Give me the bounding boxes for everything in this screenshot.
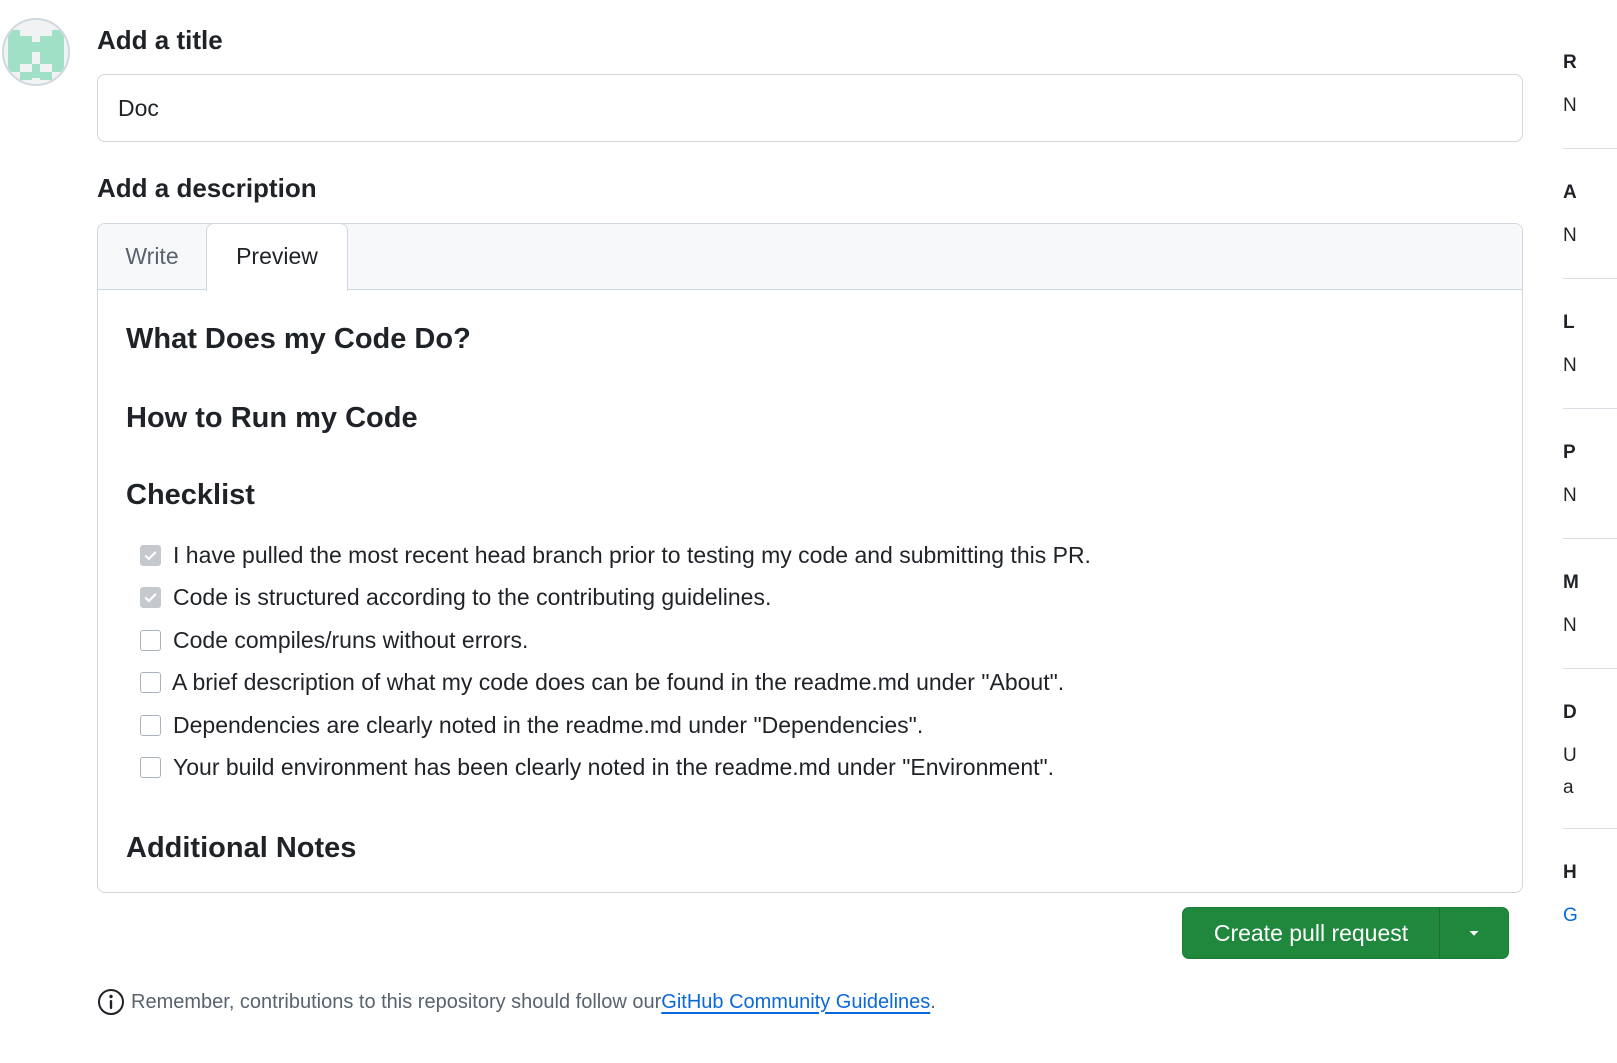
sidebar-development-heading[interactable]: D (1563, 701, 1577, 725)
create-pull-request-button-group: Create pull request (1182, 907, 1509, 959)
checklist-item-text: Dependencies are clearly noted in the re… (173, 711, 924, 738)
sidebar-assignees-heading[interactable]: A (1563, 181, 1577, 205)
checklist-item: Your build environment has been clearly … (140, 752, 1054, 782)
checklist-item-text: A brief description of what my code does… (172, 668, 1065, 695)
sidebar-projects-value: N (1563, 485, 1577, 506)
pull-request-form-page: Add a title Add a description Write Prev… (0, 0, 1617, 1063)
sidebar-divider (1563, 828, 1617, 829)
checklist-item-text: Your build environment has been clearly … (173, 753, 1055, 780)
sidebar-divider (1563, 148, 1617, 149)
checkbox-checked[interactable] (140, 586, 161, 608)
checklist-item: Dependencies are clearly noted in the re… (140, 710, 923, 740)
checkbox-unchecked[interactable] (140, 629, 161, 651)
info-icon (97, 988, 125, 1016)
checklist-item: I have pulled the most recent head branc… (140, 540, 1091, 570)
checkbox-unchecked[interactable] (140, 671, 161, 693)
preview-content: What Does my Code Do? How to Run my Code… (126, 290, 1494, 892)
sidebar-reviewers-value: N (1563, 95, 1577, 116)
right-sidebar: R N A N L N P N M N D U a H G (1563, 0, 1617, 1063)
checklist-item: Code compiles/runs without errors. (140, 625, 528, 655)
tab-preview[interactable]: Preview (206, 224, 348, 291)
sidebar-guidelines-link[interactable]: G (1563, 904, 1578, 928)
check-icon (144, 550, 157, 560)
checkbox-checked[interactable] (140, 544, 161, 566)
sidebar-divider (1563, 278, 1617, 279)
checkbox-unchecked[interactable] (140, 714, 161, 736)
description-editor: Write Preview What Does my Code Do? How … (97, 223, 1523, 893)
checklist-item-text: Code compiles/runs without errors. (173, 626, 529, 653)
description-label: Add a description (97, 173, 317, 203)
heading-how-to-run: How to Run my Code (126, 402, 418, 434)
sidebar-divider (1563, 408, 1617, 409)
tab-write[interactable]: Write (98, 224, 206, 290)
sidebar-helpful-resources-heading: H (1563, 862, 1577, 883)
title-input[interactable] (97, 74, 1523, 142)
checklist-item: A brief description of what my code does… (140, 667, 1064, 697)
sidebar-divider (1563, 668, 1617, 669)
community-guidelines-link[interactable]: GitHub Community Guidelines (661, 991, 930, 1014)
sidebar-milestone-value: N (1563, 615, 1577, 636)
checklist-item-text: I have pulled the most recent head branc… (173, 541, 1091, 568)
checklist-item-text: Code is structured according to the cont… (173, 583, 772, 610)
create-pull-request-button[interactable]: Create pull request (1183, 908, 1439, 958)
heading-what-does-code-do: What Does my Code Do? (126, 323, 471, 355)
sidebar-labels-value: N (1563, 355, 1577, 376)
sidebar-divider (1563, 538, 1617, 539)
identicon-image (4, 20, 68, 84)
create-pr-options-dropdown[interactable] (1440, 908, 1508, 958)
avatar (2, 18, 70, 86)
sidebar-assignees-value: N (1563, 225, 1577, 246)
checkbox-unchecked[interactable] (140, 756, 161, 778)
heading-checklist: Checklist (126, 479, 255, 511)
note-suffix: . (930, 990, 936, 1013)
title-label: Add a title (97, 25, 223, 55)
triangle-down-icon (1469, 931, 1479, 936)
note-text: Remember, contributions to this reposito… (131, 990, 662, 1013)
check-icon (144, 592, 157, 602)
community-guidelines-note: Remember, contributions to this reposito… (97, 986, 936, 1018)
sidebar-labels-heading[interactable]: L (1563, 311, 1575, 335)
sidebar-development-text-line-2: a (1563, 777, 1574, 798)
sidebar-projects-heading[interactable]: P (1563, 441, 1576, 465)
sidebar-milestone-heading[interactable]: M (1563, 571, 1579, 595)
editor-tab-bar: Write Preview (98, 224, 1522, 291)
sidebar-development-text-line-1: U (1563, 745, 1577, 766)
heading-additional-notes: Additional Notes (126, 832, 357, 864)
checklist-item: Code is structured according to the cont… (140, 582, 771, 612)
sidebar-reviewers-heading[interactable]: R (1563, 51, 1577, 75)
